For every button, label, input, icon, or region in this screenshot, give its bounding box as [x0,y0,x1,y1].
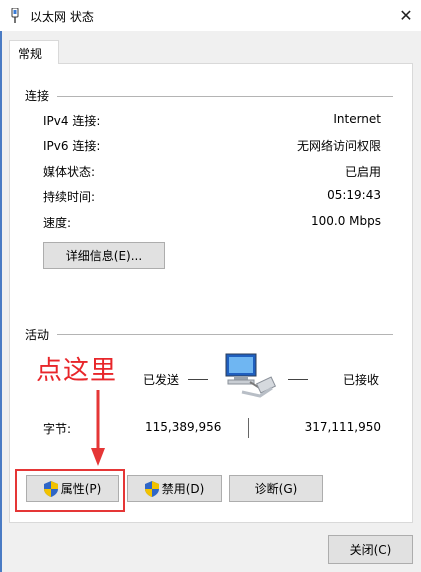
network-computers-icon [225,353,277,398]
ipv4-value: Internet [333,112,381,126]
media-status-value: 已启用 [344,165,381,179]
diagnose-button[interactable]: 诊断(G) [229,475,323,502]
close-button-label: 关闭(C) [349,543,392,557]
ipv6-value: 无网络访问权限 [296,139,381,153]
bytes-sent-value: 115,389,956 [145,420,222,434]
bytes-received-value: 317,111,950 [304,420,381,434]
ethernet-icon [11,8,19,23]
tab-panel-general [9,63,413,523]
sent-dash [188,379,208,380]
activity-section-label: 活动 [25,328,50,342]
close-icon: ✕ [399,6,413,25]
speed-label: 速度: [43,216,72,230]
sent-label: 已发送 [143,373,180,387]
annotation-arrow-icon [91,390,105,466]
disable-button[interactable]: 禁用(D) [127,475,222,502]
ipv6-label: IPv6 连接: [43,139,101,153]
connection-divider [57,96,393,97]
duration-label: 持续时间: [43,190,96,204]
details-button-label: 详细信息(E)... [65,249,143,263]
properties-button[interactable]: 属性(P) [26,475,119,502]
uac-shield-icon [144,480,159,497]
bytes-separator [248,418,249,438]
duration-value: 05:19:43 [327,188,381,202]
tab-general[interactable]: 常规 [9,40,59,64]
speed-value: 100.0 Mbps [310,214,381,228]
annotation-text: 点这里 [36,356,118,386]
media-status-label: 媒体状态: [43,165,96,179]
ipv4-label: IPv4 连接: [43,114,101,128]
window-title: 以太网 状态 [30,10,94,24]
diagnose-button-label: 诊断(G) [254,482,298,496]
tab-general-label: 常规 [18,47,43,61]
title-bar: 以太网 状态 ✕ [0,0,421,31]
connection-section-label: 连接 [25,89,50,103]
properties-button-label: 属性(P) [60,482,102,496]
close-button[interactable]: 关闭(C) [328,535,413,564]
received-label: 已接收 [343,373,380,387]
disable-button-label: 禁用(D) [161,482,205,496]
window-left-edge [0,31,2,572]
activity-divider [57,334,393,335]
details-button[interactable]: 详细信息(E)... [43,242,165,269]
bytes-label: 字节: [43,422,72,436]
received-dash [288,379,308,380]
uac-shield-icon [43,480,58,497]
window-close-button[interactable]: ✕ [391,0,421,31]
